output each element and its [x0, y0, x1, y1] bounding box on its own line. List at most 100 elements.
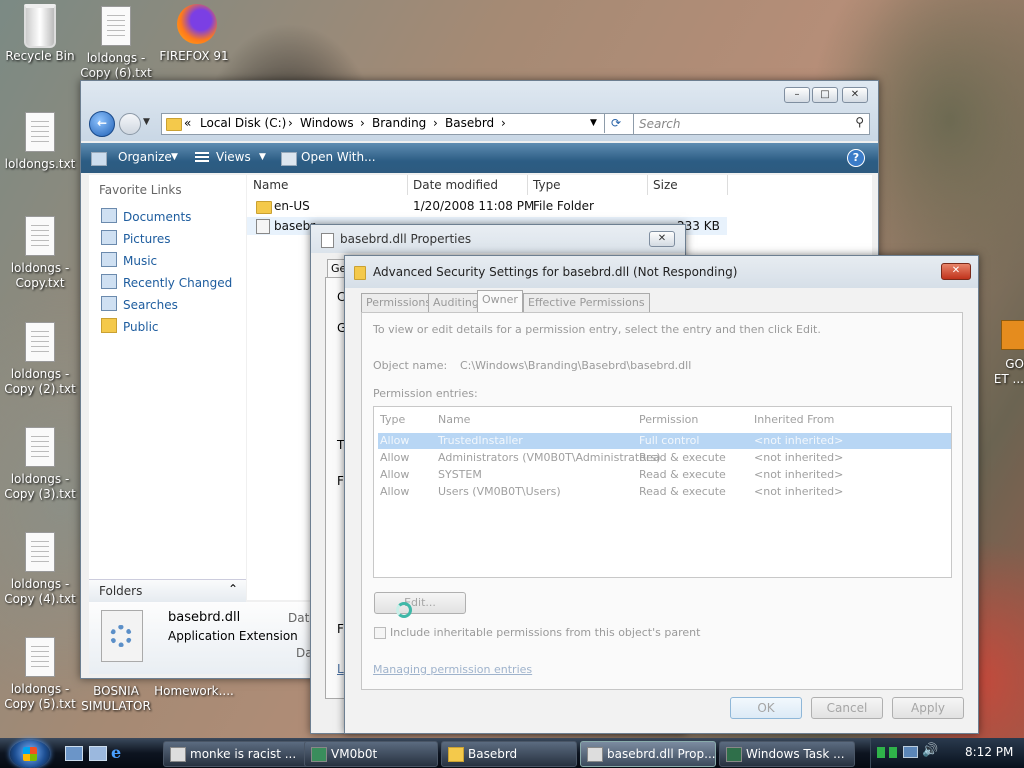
desktop-icon-loldongs-copy[interactable]: loldongs - Copy.txt — [0, 216, 80, 291]
table-row[interactable]: Allow Administrators (VM0B0T\Administrat… — [374, 450, 951, 466]
apply-button[interactable]: Apply — [892, 697, 964, 719]
table-row[interactable]: en-US 1/20/2008 11:08 PM File Folder — [247, 197, 727, 215]
folder-icon — [256, 201, 272, 214]
desktop-icon-loldongs-copy-6[interactable]: loldongs - Copy (6).txt — [76, 6, 156, 81]
sidebar-item-music[interactable]: Music — [101, 252, 157, 268]
text-file-icon — [25, 216, 55, 256]
desktop-icon-recycle-bin[interactable]: Recycle Bin — [0, 4, 80, 64]
monitor-icon[interactable] — [903, 746, 918, 758]
sidebar-item-recently-changed[interactable]: Recently Changed — [101, 274, 232, 290]
desktop-icon-loldongs-copy-4[interactable]: loldongs - Copy (4).txt — [0, 532, 80, 607]
table-row[interactable]: Allow SYSTEM Read & execute <not inherit… — [374, 467, 951, 483]
breadcrumb-local-disk[interactable]: Local Disk (C:) — [200, 116, 286, 130]
breadcrumb[interactable]: « Local Disk (C:) › Windows › Branding ›… — [161, 113, 683, 135]
music-icon — [101, 252, 117, 267]
column-header-size[interactable]: Size — [647, 175, 728, 195]
desktop-icon-loldongs[interactable]: loldongs.txt — [0, 112, 80, 172]
tab-effective-permissions[interactable]: Effective Permissions — [523, 293, 650, 312]
close-button[interactable]: ✕ — [842, 87, 868, 103]
clock[interactable]: 8:12 PM — [965, 745, 1013, 759]
recent-pages-chevron-icon[interactable]: ▼ — [143, 117, 150, 127]
folder-icon — [166, 118, 182, 131]
desktop-icon-bosnia-simulator[interactable]: BOSNIA SIMULATOR — [76, 684, 156, 714]
network-icon[interactable] — [877, 747, 885, 758]
tab-permissions[interactable]: Permissions — [361, 293, 437, 312]
app-icon — [1001, 320, 1024, 350]
breadcrumb-branding[interactable]: Branding — [372, 116, 426, 130]
quicklaunch-show-desktop-icon[interactable] — [65, 746, 83, 761]
properties-close-button[interactable]: ✕ — [649, 231, 675, 247]
folders-bar[interactable]: Folders ⌃ — [89, 579, 246, 602]
text-file-icon — [25, 427, 55, 467]
cancel-button[interactable]: Cancel — [811, 697, 883, 719]
forward-button[interactable] — [119, 113, 141, 135]
desktop-icon-loldongs-copy-3[interactable]: loldongs - Copy (3).txt — [0, 427, 80, 502]
system-tray: 🔊 8:12 PM — [870, 738, 1024, 768]
organize-icon — [91, 152, 107, 166]
text-file-icon — [25, 112, 55, 152]
views-icon — [195, 152, 209, 164]
edit-button[interactable]: Edit... — [374, 592, 466, 614]
breadcrumb-windows[interactable]: Windows — [300, 116, 354, 130]
volume-icon[interactable]: 🔊 — [922, 743, 938, 758]
column-header-date-modified[interactable]: Date modified — [407, 175, 528, 195]
start-button[interactable] — [10, 740, 50, 768]
desktop-icon-loldongs-copy-5[interactable]: loldongs - Copy (5).txt — [0, 637, 80, 712]
folder-icon — [101, 318, 117, 333]
tab-panel: To view or edit details for a permission… — [361, 312, 963, 690]
taskbar-item-vm0b0t[interactable]: VM0b0t — [304, 741, 438, 767]
explorer-toolbar: Organize ▼ Views ▼ Open With... ? — [81, 143, 878, 173]
managing-permission-link[interactable]: Managing permission entries — [373, 663, 532, 676]
table-row[interactable]: Allow TrustedInstaller Full control <not… — [378, 433, 951, 449]
table-row[interactable]: Allow Users (VM0B0T\Users) Read & execut… — [374, 484, 951, 500]
include-inheritable-checkbox[interactable] — [374, 627, 386, 639]
organize-button[interactable]: Organize — [118, 150, 172, 164]
sidebar-item-documents[interactable]: Documents — [101, 208, 191, 224]
searches-icon — [101, 296, 117, 311]
table-header: Type Name Permission Inherited From — [380, 413, 835, 426]
sidebar-item-searches[interactable]: Searches — [101, 296, 178, 312]
advanced-security-dialog[interactable]: Advanced Security Settings for basebrd.d… — [344, 255, 979, 734]
dialog-title: Advanced Security Settings for basebrd.d… — [373, 265, 738, 279]
windows-logo-icon — [23, 747, 37, 761]
taskbar-item-basebrd[interactable]: Basebrd — [441, 741, 577, 767]
task-manager-icon — [726, 747, 742, 762]
column-header-type[interactable]: Type — [527, 175, 648, 195]
object-name-value: C:\Windows\Branding\Basebrd\basebrd.dll — [460, 359, 692, 372]
gear-file-icon — [101, 610, 143, 662]
column-header-name[interactable]: Name — [247, 175, 408, 195]
vm-icon — [311, 747, 327, 762]
desktop-icon-homework[interactable]: Homework.... — [154, 684, 234, 699]
open-with-button[interactable]: Open With... — [301, 150, 376, 164]
taskbar-item-monke[interactable]: monke is racist ... — [163, 741, 325, 767]
taskbar-item-basebrd-properties[interactable]: basebrd.dll Prop... — [580, 741, 716, 767]
permission-entries-table[interactable]: Type Name Permission Inherited From Allo… — [373, 406, 952, 578]
breadcrumb-dropdown-icon[interactable]: ▼ — [590, 118, 597, 128]
minimize-button[interactable]: – — [784, 87, 810, 103]
dialog-close-button[interactable]: ✕ — [941, 263, 971, 280]
refresh-icon[interactable]: ⟳ — [604, 113, 627, 133]
back-button[interactable]: ← — [89, 111, 115, 137]
desktop-icon-firefox[interactable]: FIREFOX 91 — [154, 4, 234, 64]
text-file-icon — [101, 6, 131, 46]
quicklaunch-ie-icon[interactable]: e — [111, 743, 121, 762]
sidebar-item-pictures[interactable]: Pictures — [101, 230, 171, 246]
views-button[interactable]: Views — [216, 150, 251, 164]
tab-auditing[interactable]: Auditing — [428, 293, 484, 312]
ok-button[interactable]: OK — [730, 697, 802, 719]
maximize-button[interactable]: □ — [812, 87, 838, 103]
sidebar-item-public[interactable]: Public — [101, 318, 159, 334]
firefox-icon — [177, 4, 217, 44]
search-input[interactable]: Search ⚲ — [633, 113, 870, 135]
desktop-icon-loldongs-copy-2[interactable]: loldongs - Copy (2).txt — [0, 322, 80, 397]
text-file-icon — [25, 322, 55, 362]
recycle-bin-icon — [24, 4, 56, 48]
help-icon[interactable]: ? — [847, 149, 865, 167]
tab-owner[interactable]: Owner — [477, 290, 523, 312]
breadcrumb-basebrd[interactable]: Basebrd — [445, 116, 494, 130]
taskbar-item-task-manager[interactable]: Windows Task ... — [719, 741, 855, 767]
recently-changed-icon — [101, 274, 117, 289]
quicklaunch-switch-windows-icon[interactable] — [89, 746, 107, 761]
search-icon[interactable]: ⚲ — [855, 115, 864, 129]
network-icon-2[interactable] — [889, 747, 897, 758]
